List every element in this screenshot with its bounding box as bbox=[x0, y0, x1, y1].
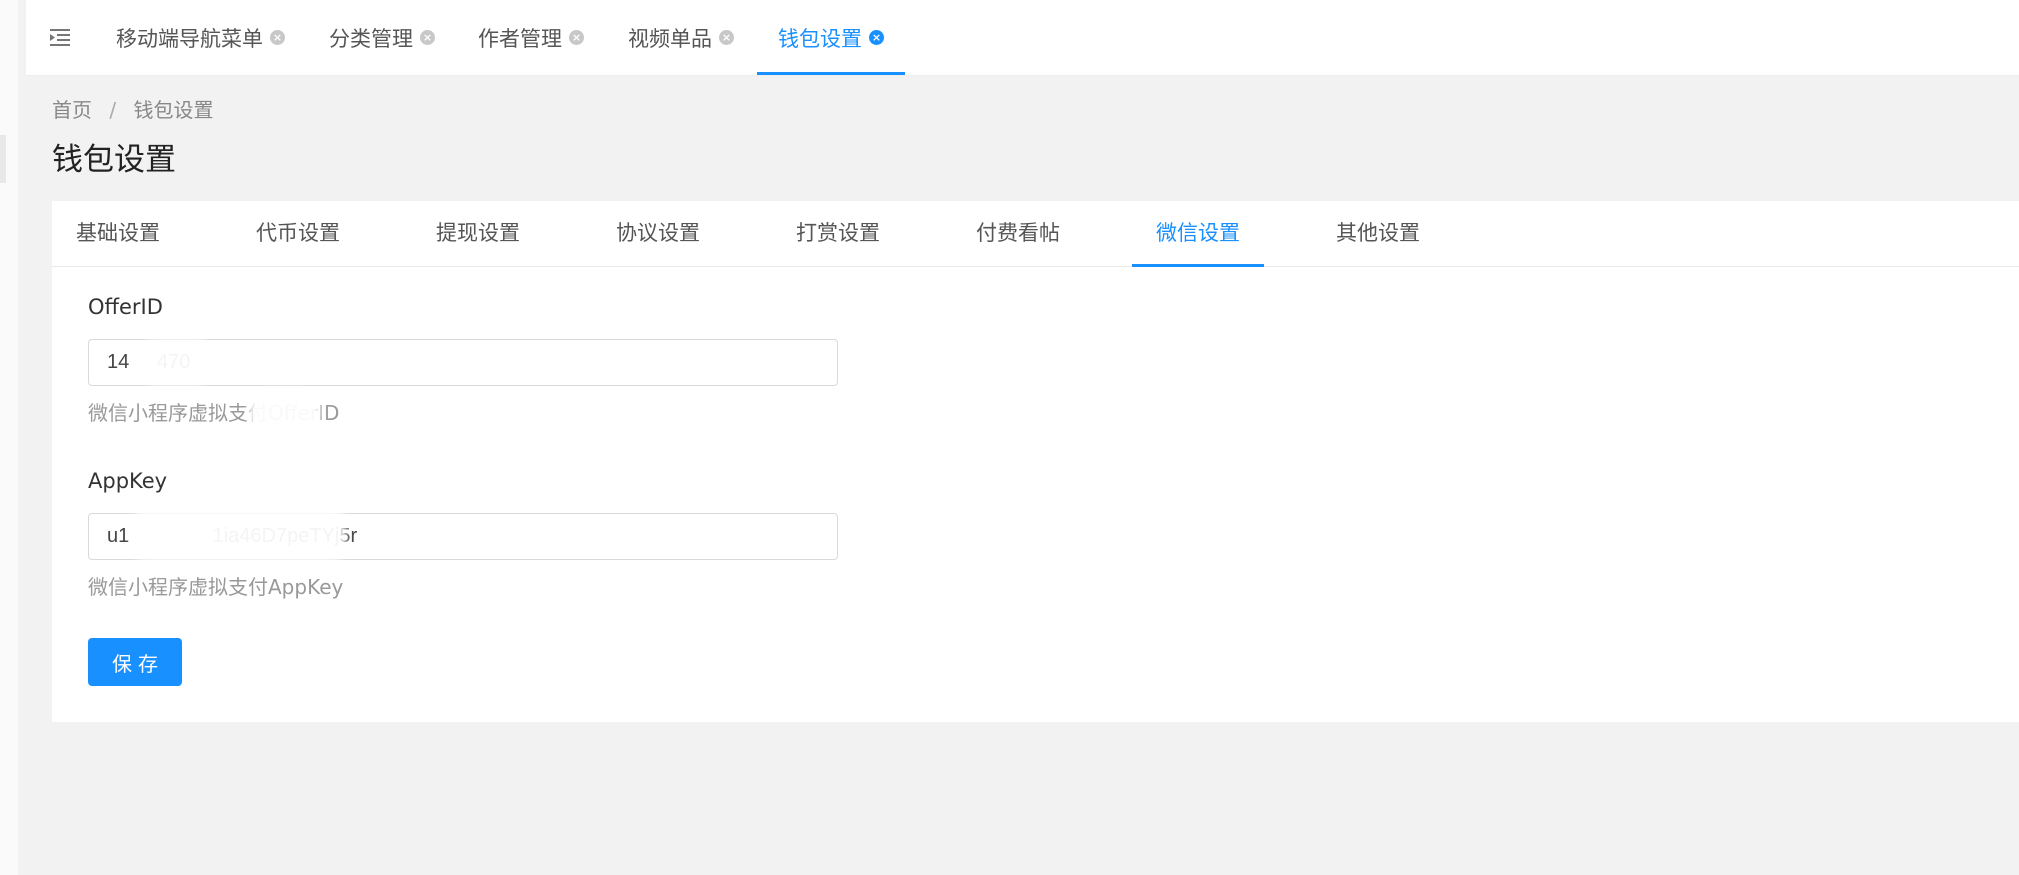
close-circle-icon[interactable]: × bbox=[719, 30, 734, 45]
page-tab-mobile-nav-menu[interactable]: 移动端导航菜单 × bbox=[116, 0, 285, 75]
page-tab-label: 视频单品 bbox=[628, 26, 712, 51]
page-tab-label: 钱包设置 bbox=[778, 26, 862, 51]
menu-fold-icon[interactable] bbox=[50, 28, 70, 46]
app-key-label: AppKey bbox=[88, 469, 168, 493]
left-edge-marker bbox=[0, 135, 6, 183]
app-key-help: 微信小程序虚拟支付AppKey bbox=[88, 575, 344, 599]
tab-wechat-settings[interactable]: 微信设置 bbox=[1132, 201, 1264, 267]
tab-token-settings[interactable]: 代币设置 bbox=[256, 201, 340, 266]
close-circle-icon[interactable]: × bbox=[270, 30, 285, 45]
page-tab-label: 作者管理 bbox=[478, 26, 562, 51]
close-circle-icon[interactable]: × bbox=[569, 30, 584, 45]
tab-agreement-settings[interactable]: 协议设置 bbox=[616, 201, 700, 266]
save-button[interactable]: 保存 bbox=[88, 638, 182, 686]
breadcrumb: 首页 / 钱包设置 bbox=[52, 94, 213, 123]
close-circle-icon[interactable]: × bbox=[420, 30, 435, 45]
page-tab-wallet-settings[interactable]: 钱包设置 × bbox=[757, 0, 905, 75]
breadcrumb-separator: / bbox=[109, 98, 117, 122]
breadcrumb-current: 钱包设置 bbox=[133, 98, 214, 122]
tab-withdraw-settings[interactable]: 提现设置 bbox=[436, 201, 520, 266]
page-tab-bar: 移动端导航菜单 × 分类管理 × 作者管理 × 视频单品 × 钱包设置 × bbox=[26, 0, 2019, 76]
left-edge-gap bbox=[18, 0, 26, 875]
page-tab-label: 分类管理 bbox=[329, 26, 413, 51]
tab-reward-settings[interactable]: 打赏设置 bbox=[796, 201, 880, 266]
tab-other-settings[interactable]: 其他设置 bbox=[1336, 201, 1420, 266]
settings-tab-bar: 基础设置 代币设置 提现设置 协议设置 打赏设置 付费看帖 微信设置 其他设置 bbox=[52, 201, 2019, 267]
page-tab-label: 移动端导航菜单 bbox=[116, 26, 263, 51]
breadcrumb-home-link[interactable]: 首页 bbox=[52, 98, 92, 122]
offer-id-help: 微信小程序虚拟支付OfferID bbox=[88, 401, 340, 425]
close-circle-icon[interactable]: × bbox=[869, 30, 884, 45]
page-tab-category-management[interactable]: 分类管理 × bbox=[329, 0, 435, 75]
left-edge bbox=[0, 0, 18, 875]
app-key-input[interactable] bbox=[88, 513, 838, 560]
offer-id-input[interactable] bbox=[88, 339, 838, 386]
page-tab-author-management[interactable]: 作者管理 × bbox=[478, 0, 584, 75]
offer-id-label: OfferID bbox=[88, 295, 163, 319]
settings-card: 基础设置 代币设置 提现设置 协议设置 打赏设置 付费看帖 微信设置 其他设置 … bbox=[52, 201, 2019, 722]
tab-basic-settings[interactable]: 基础设置 bbox=[76, 201, 160, 266]
page-title: 钱包设置 bbox=[52, 142, 176, 178]
page-tab-video-items[interactable]: 视频单品 × bbox=[628, 0, 734, 75]
tab-paid-posts[interactable]: 付费看帖 bbox=[976, 201, 1060, 266]
